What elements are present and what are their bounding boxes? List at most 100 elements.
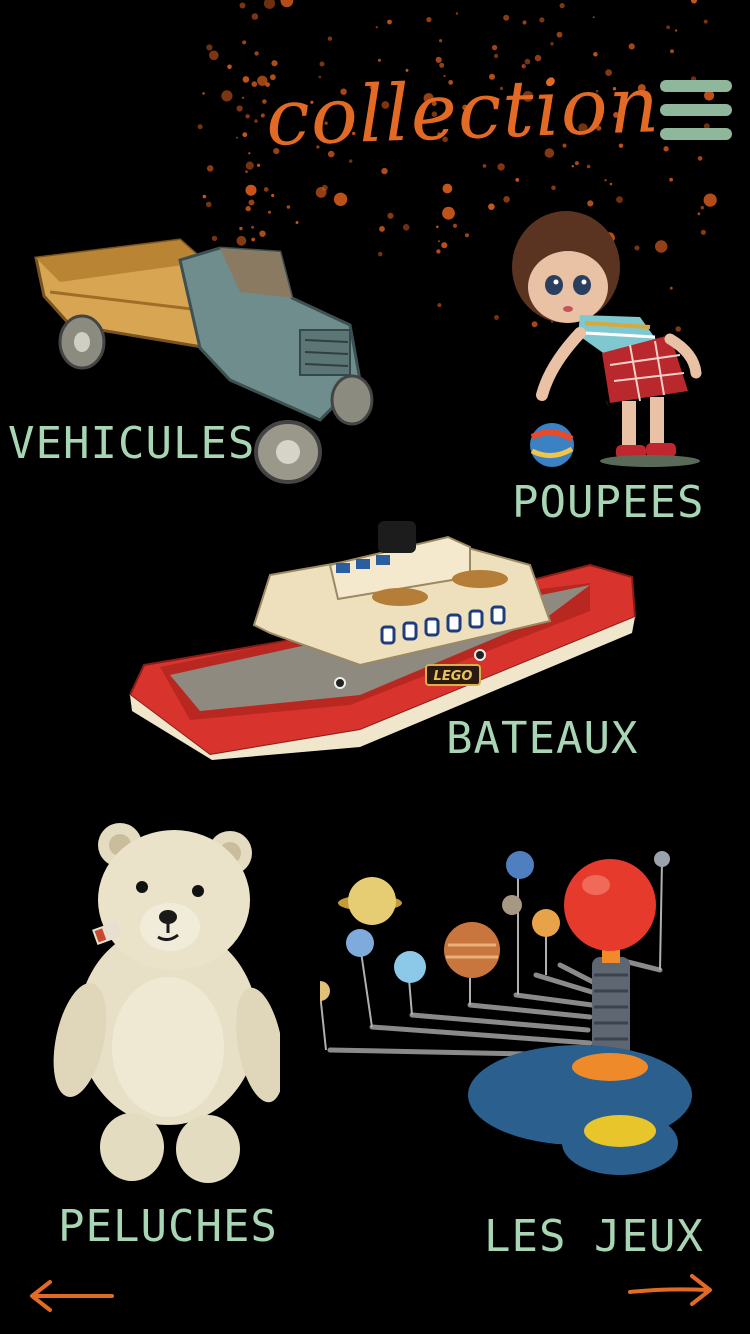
splatter-dot — [245, 205, 251, 212]
category-vehicules[interactable]: VEHICULES — [0, 220, 390, 490]
category-poupees[interactable]: POUPEES — [500, 205, 740, 535]
splatter-dot — [703, 19, 708, 24]
splatter-dot — [245, 184, 257, 196]
splatter-dot — [539, 17, 545, 23]
splatter-dot — [209, 50, 219, 61]
splatter-dot — [245, 161, 254, 170]
splatter-dot — [245, 114, 250, 119]
splatter-dot — [333, 192, 348, 206]
splatter-dot — [205, 201, 212, 208]
lego-badge: LEGO — [434, 669, 473, 684]
splatter-dot — [691, 0, 697, 4]
splatter-dot — [609, 182, 613, 186]
category-jeux[interactable]: LES JEUX — [320, 845, 750, 1265]
splatter-dot — [493, 53, 499, 59]
splatter-dot — [436, 225, 439, 229]
splatter-dot — [503, 14, 510, 21]
splatter-dot — [670, 49, 674, 54]
splatter-dot — [286, 205, 291, 209]
splatter-dot — [663, 146, 669, 152]
splatter-dot — [522, 20, 527, 25]
menu-button[interactable] — [660, 80, 734, 146]
splatter-dot — [263, 187, 269, 192]
splatter-dot — [426, 17, 432, 23]
splatter-dot — [206, 165, 214, 172]
splatter-dot — [491, 44, 498, 51]
splatter-dot — [327, 36, 333, 41]
splatter-dot — [321, 184, 328, 191]
splatter-dot — [242, 76, 250, 83]
splatter-dot — [442, 206, 455, 220]
splatter-dot — [254, 119, 258, 123]
splatter-dot — [666, 25, 670, 30]
splatter-dot — [263, 0, 276, 9]
collection-page: collection VEHICULES POUPEES LEGO BATEAU… — [0, 0, 750, 1334]
splatter-dot — [697, 156, 703, 161]
splatter-dot — [236, 105, 243, 112]
category-peluches[interactable]: PELUCHES — [40, 815, 320, 1255]
splatter-dot — [221, 90, 233, 102]
splatter-dot — [245, 170, 248, 174]
splatter-dot — [202, 194, 207, 199]
splatter-dot — [592, 16, 595, 19]
splatter-dot — [438, 240, 440, 243]
splatter-dot — [268, 210, 271, 214]
splatter-dot — [503, 196, 510, 203]
splatter-dot — [616, 196, 623, 204]
doll-image — [512, 211, 702, 467]
splatter-dot — [227, 64, 232, 70]
splatter-dot — [242, 40, 247, 45]
arrow-right-icon[interactable] — [628, 1270, 714, 1310]
splatter-dot — [465, 233, 469, 238]
splatter-dot — [559, 3, 565, 9]
splatter-dot — [442, 183, 453, 194]
splatter-dot — [515, 178, 520, 182]
splatter-dot — [375, 26, 378, 29]
splatter-dot — [455, 12, 459, 15]
splatter-dot — [482, 164, 487, 168]
splatter-dot — [551, 185, 556, 191]
splatter-dot — [437, 303, 442, 308]
splatter-dot — [206, 44, 213, 51]
splatter-dot — [488, 203, 495, 210]
solar-system-model-image — [320, 851, 692, 1175]
splatter-dot — [197, 124, 203, 130]
splatter-dot — [571, 165, 574, 168]
splatter-dot — [381, 167, 388, 175]
splatter-dot — [239, 2, 246, 9]
splatter-dot — [675, 29, 678, 32]
splatter-dot — [604, 179, 607, 182]
category-label-peluches: PELUCHES — [58, 1201, 278, 1252]
page-title: collection — [264, 60, 662, 164]
splatter-dot — [236, 136, 238, 139]
splatter-dot — [202, 92, 205, 95]
splatter-dot — [280, 0, 294, 8]
splatter-dot — [377, 58, 381, 62]
splatter-dot — [402, 224, 410, 231]
splatter-dot — [452, 223, 458, 228]
splatter-dot — [586, 164, 591, 169]
splatter-dot — [439, 39, 443, 43]
splatter-dot — [628, 43, 635, 50]
splatter-dot — [497, 163, 505, 171]
splatter-dot — [271, 193, 275, 198]
splatter-dot — [436, 249, 441, 254]
arrow-left-icon[interactable] — [28, 1276, 114, 1316]
splatter-dot — [254, 51, 259, 56]
splatter-dot — [669, 177, 673, 182]
splatter-dot — [494, 315, 499, 320]
category-bateaux[interactable]: LEGO BATEAUX — [120, 515, 660, 775]
splatter-dot — [315, 187, 327, 198]
teddy-bear-image — [53, 823, 280, 1183]
splatter-dot — [256, 163, 261, 167]
splatter-dot — [593, 52, 598, 57]
splatter-dot — [251, 81, 258, 87]
category-label-bateaux: BATEAUX — [446, 713, 639, 764]
splatter-dot — [242, 132, 248, 138]
splatter-dot — [574, 161, 580, 166]
splatter-dot — [441, 242, 448, 249]
category-label-jeux: LES JEUX — [484, 1211, 704, 1262]
splatter-dot — [550, 42, 554, 46]
splatter-dot — [271, 60, 278, 67]
splatter-dot — [248, 199, 255, 206]
